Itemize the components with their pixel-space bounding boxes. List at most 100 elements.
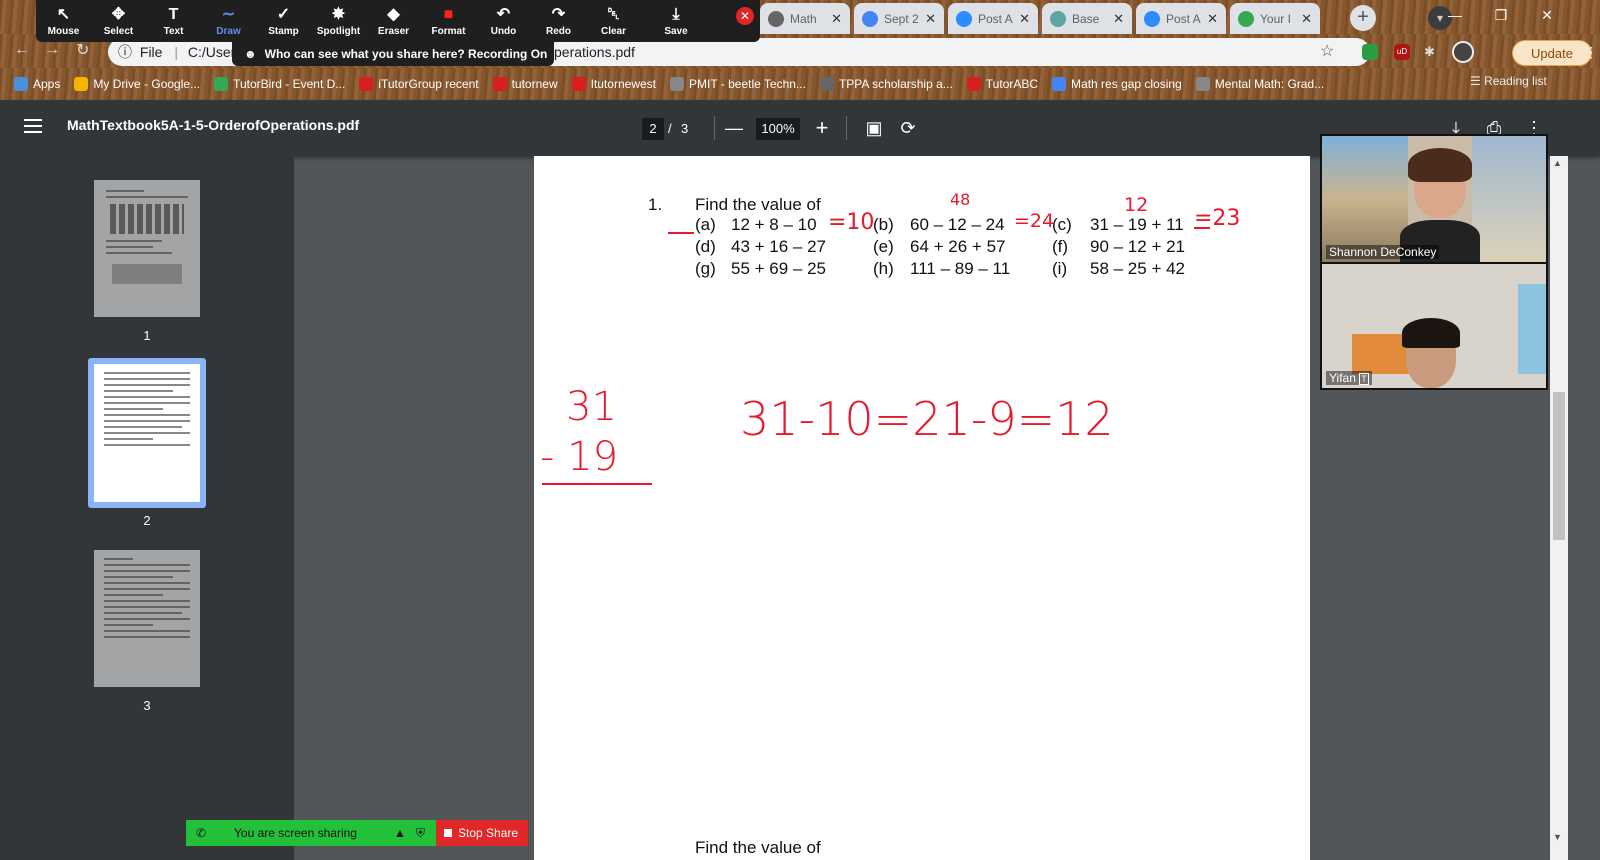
bookmark-item[interactable]: iTutorGroup recent bbox=[359, 77, 479, 91]
trash-icon: ␡ bbox=[607, 5, 620, 23]
bookmark-item[interactable]: TutorBird - Event D... bbox=[214, 77, 345, 91]
network-icon: ▲ bbox=[394, 826, 406, 840]
tool-stamp[interactable]: ✓ Stamp bbox=[256, 0, 311, 42]
annotation-toolbar: ↖ Mouse ✥ Select T Text ∼ Draw ✓ Stamp ✸ Spotlight ◆… bbox=[36, 0, 760, 42]
extension-icon[interactable] bbox=[1362, 44, 1378, 60]
close-tab-icon[interactable]: ✕ bbox=[1207, 11, 1218, 27]
new-tab-button[interactable]: + bbox=[1350, 5, 1376, 31]
zoom-icon bbox=[956, 10, 972, 27]
browser-tab[interactable]: Math ✕ bbox=[760, 3, 850, 34]
minimize-icon[interactable]: — bbox=[1432, 0, 1478, 30]
bookmark-icon bbox=[1195, 77, 1210, 91]
tool-mouse[interactable]: ↖ Mouse bbox=[36, 0, 91, 42]
zoom-out-icon[interactable]: — bbox=[722, 116, 746, 140]
drag-handle-icon[interactable]: ✆ bbox=[196, 820, 206, 846]
close-tab-icon[interactable]: ✕ bbox=[1113, 11, 1124, 27]
zoom-input[interactable]: 100% bbox=[756, 118, 800, 140]
tool-text[interactable]: T Text bbox=[146, 0, 201, 42]
tool-clear[interactable]: ␡ Clear bbox=[586, 0, 641, 42]
stop-share-button[interactable]: Stop Share bbox=[436, 820, 528, 846]
tool-label: Select bbox=[103, 25, 134, 37]
tool-undo[interactable]: ↶ Undo bbox=[476, 0, 531, 42]
tool-eraser[interactable]: ◆ Eraser bbox=[366, 0, 421, 42]
bookmark-icon bbox=[966, 77, 981, 91]
divider bbox=[714, 116, 715, 140]
browser-tab[interactable]: Sept 2 ✕ bbox=[854, 3, 944, 34]
bookmark-item[interactable]: TPPA scholarship a... bbox=[819, 77, 953, 91]
bookmark-item[interactable]: Itutornewest bbox=[571, 77, 656, 91]
bookmark-item[interactable]: My Drive - Google... bbox=[74, 77, 200, 91]
text-icon: T bbox=[168, 5, 179, 23]
participant-name-2: Yifan T bbox=[1326, 371, 1372, 385]
total-pages: 3 bbox=[681, 121, 689, 136]
tool-label: Spotlight bbox=[316, 25, 361, 37]
handwritten-note-c: 12 bbox=[1124, 194, 1149, 216]
browser-tab[interactable]: Post A ✕ bbox=[948, 3, 1038, 34]
video-tile-1[interactable]: Shannon DeConkey bbox=[1322, 136, 1546, 262]
divider bbox=[846, 116, 847, 140]
bookmark-item[interactable]: TutorABC bbox=[966, 77, 1038, 91]
bookmark-star-icon[interactable]: ☆ bbox=[1320, 38, 1334, 66]
video-tile-2[interactable]: Yifan T bbox=[1322, 262, 1546, 388]
bookmark-item[interactable]: PMIT - beetle Techn... bbox=[670, 77, 806, 91]
bookmark-icon bbox=[214, 77, 229, 91]
sidebar-menu-icon[interactable] bbox=[24, 119, 42, 133]
reload-icon[interactable]: ↻ bbox=[76, 40, 89, 60]
tool-label: Redo bbox=[546, 25, 571, 37]
scroll-down-icon[interactable]: ▼ bbox=[1553, 832, 1562, 842]
tool-spotlight[interactable]: ✸ Spotlight bbox=[311, 0, 366, 42]
extensions-puzzle-icon[interactable]: ✱ bbox=[1424, 44, 1440, 60]
bookmark-item[interactable]: Mental Math: Grad... bbox=[1195, 77, 1324, 91]
close-annotation-icon[interactable]: ✕ bbox=[736, 7, 754, 25]
reading-list-button[interactable]: ☰ Reading list bbox=[1470, 74, 1547, 88]
forward-icon[interactable]: → bbox=[44, 41, 60, 59]
bookmark-icon bbox=[571, 77, 586, 91]
reading-list-label: Reading list bbox=[1484, 74, 1547, 88]
restore-icon[interactable]: ❐ bbox=[1478, 0, 1524, 30]
thumbnail-page-1[interactable] bbox=[94, 180, 200, 317]
browser-tab[interactable]: Your I ✕ bbox=[1230, 3, 1320, 34]
close-window-icon[interactable]: ✕ bbox=[1524, 0, 1570, 30]
bookmark-item[interactable]: Math res gap closing bbox=[1052, 77, 1182, 91]
handwritten-work-top: 31 bbox=[566, 384, 617, 430]
close-tab-icon[interactable]: ✕ bbox=[831, 11, 842, 27]
update-button[interactable]: Update bbox=[1512, 40, 1592, 66]
cursor-icon: ↖ bbox=[56, 5, 71, 23]
base-icon bbox=[1050, 10, 1066, 27]
rotate-icon[interactable]: ⟳ bbox=[896, 116, 920, 140]
document-title: MathTextbook5A-1-5-OrderofOperations.pdf bbox=[67, 117, 360, 133]
annotation-layer bbox=[542, 227, 1210, 485]
thumbnail-page-3[interactable] bbox=[94, 550, 200, 687]
browser-tab[interactable]: Base ✕ bbox=[1042, 3, 1132, 34]
bookmark-icon bbox=[670, 77, 684, 91]
avatar[interactable] bbox=[1452, 41, 1474, 63]
tool-label: Clear bbox=[600, 25, 626, 37]
handwritten-work-chain: 31-10=21-9=12 bbox=[740, 392, 1114, 446]
scroll-up-icon[interactable]: ▲ bbox=[1553, 158, 1562, 168]
bookmark-item[interactable]: tutornew bbox=[492, 77, 558, 91]
tool-format[interactable]: ■ Format bbox=[421, 0, 476, 42]
more-menu-icon[interactable]: ⋮ bbox=[1584, 44, 1598, 61]
zoom-in-icon[interactable]: + bbox=[810, 116, 834, 140]
browser-tab[interactable]: Post A ✕ bbox=[1136, 3, 1226, 34]
move-icon: ✥ bbox=[111, 5, 126, 23]
close-tab-icon[interactable]: ✕ bbox=[1019, 11, 1030, 27]
page-number-input[interactable]: 2 bbox=[642, 118, 664, 140]
handwritten-note-b: 48 bbox=[950, 190, 971, 209]
handwritten-answer-b: =24 bbox=[1014, 210, 1055, 232]
ublock-icon[interactable]: uD bbox=[1394, 44, 1410, 60]
tool-save[interactable]: ⤓ Save bbox=[641, 0, 711, 42]
back-icon[interactable]: ← bbox=[14, 41, 30, 59]
tool-select[interactable]: ✥ Select bbox=[91, 0, 146, 42]
fit-page-icon[interactable]: ▣ bbox=[862, 116, 886, 140]
tool-draw[interactable]: ∼ Draw bbox=[201, 0, 256, 42]
bookmark-item[interactable]: Apps bbox=[14, 77, 60, 91]
tool-redo[interactable]: ↷ Redo bbox=[531, 0, 586, 42]
close-tab-icon[interactable]: ✕ bbox=[925, 11, 936, 27]
close-tab-icon[interactable]: ✕ bbox=[1301, 11, 1312, 27]
screen-share-bar: ✆ You are screen sharing ▲ ⛨ Stop Share bbox=[186, 820, 528, 846]
docs-icon bbox=[862, 10, 878, 27]
scrollbar-thumb[interactable] bbox=[1553, 392, 1565, 540]
thumbnail-page-2[interactable] bbox=[94, 364, 200, 502]
handwritten-answer-a: =10 bbox=[828, 210, 875, 235]
